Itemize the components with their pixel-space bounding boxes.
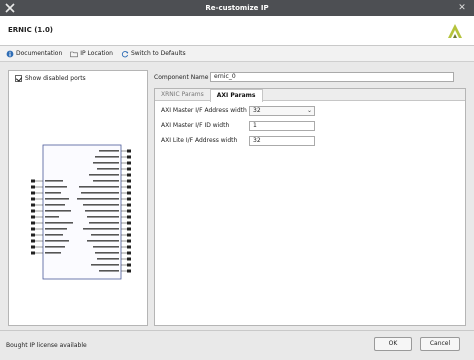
component-name-input[interactable]: ernic_0 [210, 72, 454, 82]
symbol-panel: Show disabled ports [8, 70, 148, 326]
ok-button[interactable]: OK [374, 337, 412, 351]
params-tab-container: XRNIC Params AXI Params AXI Master I/F A… [154, 88, 466, 326]
tab-bar: XRNIC Params AXI Params [155, 89, 465, 102]
xilinx-logo-icon [5, 3, 15, 13]
show-disabled-ports-label: Show disabled ports [25, 75, 86, 82]
axi-master-id-width-input[interactable]: 1 [249, 120, 315, 131]
axi-master-id-width-label: AXI Master I/F ID width [161, 122, 230, 129]
ip-header: ERNIC (1.0) [0, 16, 474, 46]
axi-master-id-width-row: AXI Master I/F ID width 1 [161, 120, 461, 131]
ip-symbol-diagram [31, 144, 131, 280]
axi-master-address-width-value: 32 [253, 106, 261, 114]
axi-lite-address-width-label: AXI Lite I/F Address width [161, 137, 238, 144]
vivado-logo-icon [448, 24, 462, 38]
toolbar: Documentation IP Location Switch to Defa… [0, 46, 474, 62]
right-port-stubs [121, 150, 127, 272]
chevron-down-icon[interactable]: ⌄ [307, 107, 312, 115]
info-icon [6, 50, 14, 57]
ip-name: ERNIC (1.0) [8, 26, 54, 34]
cancel-button[interactable]: Cancel [420, 337, 460, 351]
show-disabled-ports-checkbox[interactable] [15, 75, 22, 82]
tab-axi-params[interactable]: AXI Params [209, 89, 263, 102]
switch-defaults-button[interactable]: Switch to Defaults [121, 50, 186, 58]
refresh-icon [121, 50, 129, 57]
main-area: Show disabled ports Component Name ernic… [0, 62, 474, 330]
axi-lite-address-width-row: AXI Lite I/F Address width 32 [161, 135, 461, 146]
close-icon[interactable]: ✕ [456, 2, 468, 14]
left-port-stubs [35, 180, 43, 254]
axi-master-address-width-row: AXI Master I/F Address width 32 ⌄ [161, 105, 461, 116]
component-name-label: Component Name [154, 73, 209, 81]
right-port-marks [127, 149, 131, 273]
config-panel: Component Name ernic_0 XRNIC Params AXI … [154, 70, 466, 326]
ip-location-label: IP Location [80, 50, 113, 57]
axi-lite-address-width-input[interactable]: 32 [249, 135, 315, 146]
ip-location-button[interactable]: IP Location [70, 50, 113, 58]
tab-xrnic-params[interactable]: XRNIC Params [155, 89, 210, 100]
left-port-marks [31, 179, 35, 255]
documentation-label: Documentation [16, 50, 63, 57]
axi-master-address-width-label: AXI Master I/F Address width [161, 107, 247, 114]
documentation-button[interactable]: Documentation [6, 50, 62, 58]
show-disabled-ports-row[interactable]: Show disabled ports [15, 75, 86, 82]
license-status: Bought IP license available [6, 342, 87, 349]
axi-master-address-width-select[interactable]: 32 ⌄ [249, 105, 315, 116]
component-name-row: Component Name ernic_0 [154, 71, 466, 83]
dialog-footer: Bought IP license available OK Cancel [0, 330, 474, 360]
window-titlebar: Re-customize IP ✕ [0, 0, 474, 16]
switch-defaults-label: Switch to Defaults [130, 50, 186, 57]
folder-icon [70, 51, 79, 57]
window-title: Re-customize IP [205, 4, 269, 12]
